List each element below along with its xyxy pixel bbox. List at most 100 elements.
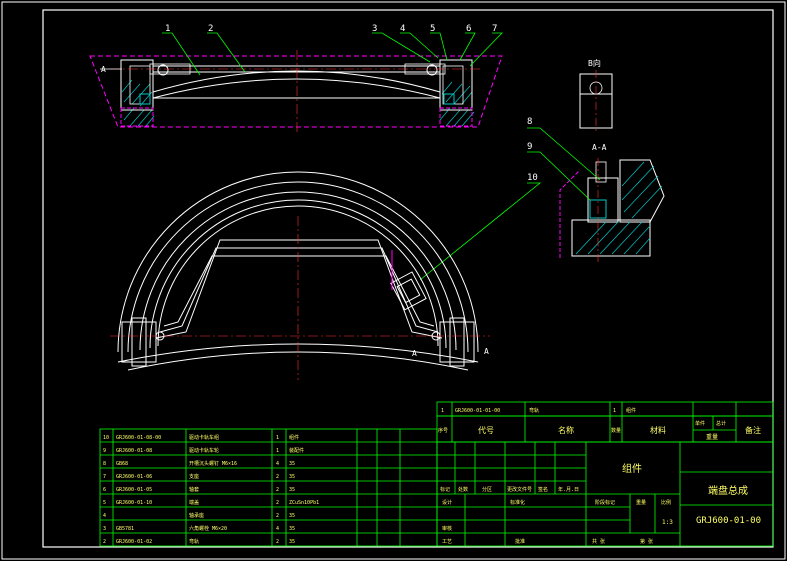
section-aa-body: [571, 219, 651, 257]
header-single: 单件: [695, 420, 705, 427]
parts-row-name: 轴承座: [189, 512, 204, 519]
parts-row-code: GRJ600-01-08-00: [116, 435, 161, 441]
tb-stage-mark: 阶段标记: [595, 499, 615, 506]
parts-header-row: 1 GRJ600-01-01-00 弯轨 1 组件: [441, 407, 636, 414]
callout-leaders-aa: [419, 127, 601, 281]
tb-standardize: 标准化: [510, 499, 525, 506]
header-qty: 数量: [611, 427, 621, 434]
tb-mark: 标记: [440, 486, 450, 493]
callout-1: 1: [165, 24, 170, 34]
tb-review: 审核: [442, 525, 452, 532]
section-aa-title: A-A: [592, 143, 607, 152]
bent-rail-inner: [163, 255, 435, 327]
curved-rail-inner: [152, 78, 441, 99]
parts-row-name: 驱动卡轨车轮: [189, 447, 219, 454]
parts-list-rows: 10 GRJ600-01-08-00 驱动卡轨车组 1 组件 9 GRJ600-01-08 驱…: [103, 434, 319, 545]
parts-row-material: 组件: [289, 434, 299, 441]
header-row-material: 组件: [626, 407, 636, 414]
parts-row-code: GB68: [116, 461, 128, 467]
parts-row-name: 轴套: [189, 486, 199, 493]
header-name: 名称: [558, 425, 574, 435]
parts-row-no: 8: [103, 461, 106, 467]
parts-row-name: 弯轨: [189, 538, 199, 545]
header-total: 总计: [716, 420, 726, 427]
tb-scale-label: 比例: [661, 499, 671, 506]
parts-row-name: 六角螺栓 M6×20: [189, 525, 227, 532]
top-section-view: [89, 50, 503, 132]
tb-process: 工艺: [442, 539, 452, 545]
parts-row-material: 35: [289, 526, 295, 532]
header-weight: 重量: [706, 433, 718, 441]
parts-row-code: GRJ600-01-06: [116, 474, 152, 480]
parts-row-name: 开槽沉头螺钉 M6×16: [189, 460, 237, 467]
parts-row-no: 3: [103, 526, 106, 532]
tb-title: 端盘总成: [708, 484, 748, 497]
parts-row-no: 2: [103, 539, 106, 545]
title-block-text: 标记 处数 分区 更改文件号 签名 年.月.日 设计 标准化 审核 工艺 批准 …: [440, 462, 761, 545]
tb-weight: 重量: [636, 499, 646, 506]
callout-7: 7: [492, 24, 497, 34]
callout-8: 8: [527, 117, 532, 127]
section-a-a-view: A-A: [559, 143, 665, 262]
header-no: 序号: [438, 427, 448, 434]
callout-2: 2: [208, 24, 213, 34]
parts-row-qty: 2: [276, 487, 279, 493]
curved-rail: [152, 70, 441, 93]
section-aa-bolt: [595, 161, 607, 183]
header-row-code: GRJ600-01-01-00: [455, 408, 500, 414]
tb-drawing-no: GRJ600-01-00: [696, 516, 761, 526]
section-aa-phantom: [559, 169, 581, 258]
tb-signature: 签名: [538, 486, 548, 493]
tb-count: 处数: [458, 486, 468, 493]
parts-row-name: 端盖: [189, 499, 199, 506]
callout-6: 6: [466, 24, 471, 34]
header-row-name: 弯轨: [529, 407, 539, 414]
parts-header-labels: 序号 代号 名称 数量 材料 单件 总计 重量 备注: [438, 420, 761, 441]
parts-row-qty: 4: [276, 526, 279, 532]
callout-labels-aa: 8 9 10: [527, 117, 538, 183]
front-view-label-a-right: A: [484, 347, 489, 356]
parts-row-name: 驱动卡轨车组: [189, 434, 219, 441]
callout-labels-top: 1 2 3 4 5 6 7: [165, 24, 497, 34]
parts-row-qty: 2: [276, 513, 279, 519]
parts-row-material: ZCuSn10Pb1: [289, 500, 319, 506]
parts-row-qty: 2: [276, 474, 279, 480]
parts-row-no: 10: [103, 435, 109, 441]
parts-row-no: 9: [103, 448, 106, 454]
right-housing-inner: [442, 65, 464, 105]
left-bearing: [139, 93, 151, 105]
parts-row-qty: 4: [276, 461, 279, 467]
callout-10: 10: [527, 173, 538, 183]
tb-zone: 分区: [482, 486, 492, 493]
parts-row-material: 装配件: [289, 447, 304, 454]
parts-row-material: 35: [289, 487, 295, 493]
parts-row-qty: 1: [276, 435, 279, 441]
parts-row-qty: 2: [276, 539, 279, 545]
tb-scale: 1:3: [662, 519, 673, 526]
parts-row-code: GB5781: [116, 526, 134, 532]
tb-change-doc: 更改文件号: [507, 486, 532, 493]
parts-row-material: 35: [289, 539, 295, 545]
callout-9: 9: [527, 142, 532, 152]
parts-row-no: 4: [103, 513, 106, 519]
parts-row-no: 5: [103, 500, 106, 506]
tb-approve: 批准: [515, 538, 525, 545]
parts-row-no: 6: [103, 487, 106, 493]
section-aa-hatch: [575, 161, 663, 255]
parts-row-no: 7: [103, 474, 106, 480]
parts-row-code: GRJ600-01-02: [116, 539, 152, 545]
drive-trolley: [390, 271, 427, 311]
parts-row-material: 35: [289, 513, 295, 519]
parts-row-material: 35: [289, 474, 295, 480]
parts-row-code: GRJ600-01-08: [116, 448, 152, 454]
tb-material: 组件: [622, 462, 642, 475]
cad-drawing-sheet: A 1 2 3 4 5 6 7 B向 A-A 8 9 10 A A 10 GRJ…: [1, 1, 786, 560]
front-view-label-a: A: [412, 349, 417, 358]
parts-row-qty: 2: [276, 500, 279, 506]
callout-5: 5: [430, 24, 435, 34]
parts-row-code: GRJ600-01-05: [116, 487, 152, 493]
parts-row-material: 35: [289, 461, 295, 467]
parts-row-qty: 1: [276, 448, 279, 454]
tb-date: 年.月.日: [558, 486, 579, 493]
tb-sheets-total: 共 张: [592, 538, 605, 545]
